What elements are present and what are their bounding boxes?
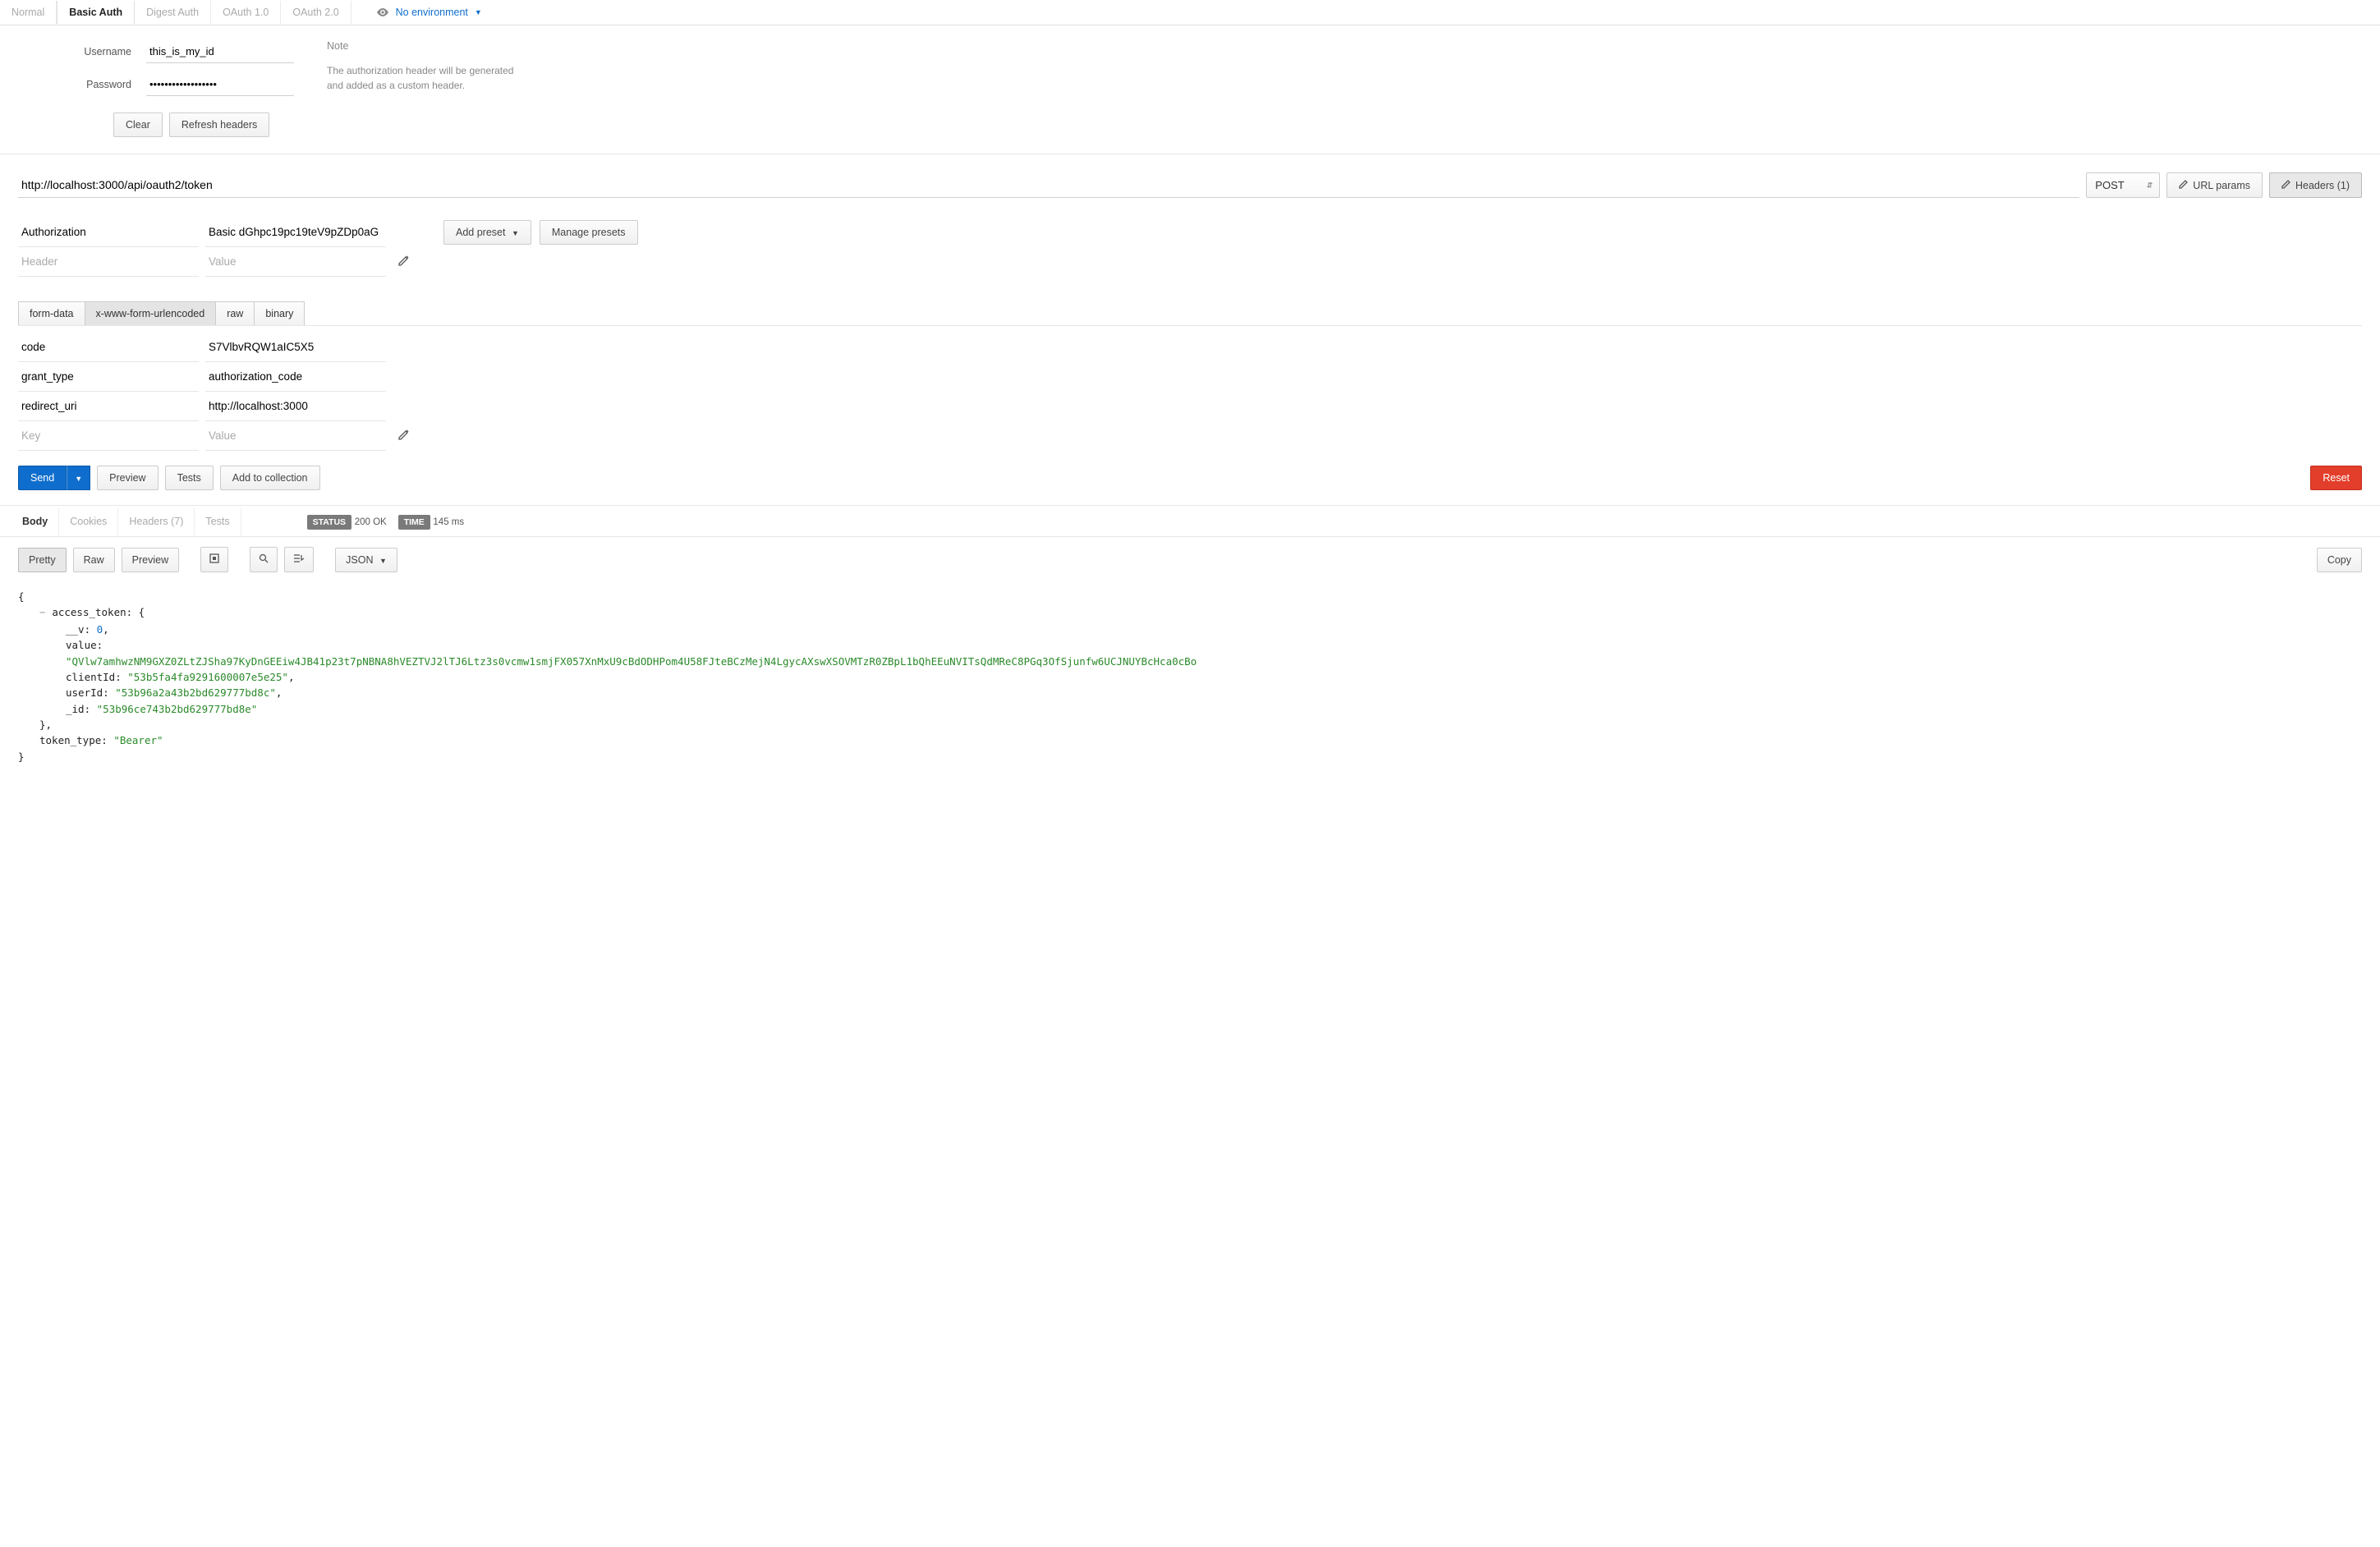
search-icon[interactable] xyxy=(250,547,278,572)
manage-presets-button[interactable]: Manage presets xyxy=(540,220,638,245)
method-value: POST xyxy=(2095,179,2124,191)
collapse-icon[interactable] xyxy=(200,547,228,572)
response-tab-body[interactable]: Body xyxy=(11,507,59,535)
method-select[interactable]: POST ⇵ xyxy=(2086,172,2160,198)
body-key-input[interactable] xyxy=(18,392,199,421)
edit-icon xyxy=(2281,179,2291,191)
response-tab-headers[interactable]: Headers (7) xyxy=(118,507,195,535)
tab-normal[interactable]: Normal xyxy=(0,1,57,24)
header-row-empty xyxy=(18,247,2362,277)
bulk-edit-icon[interactable] xyxy=(397,428,411,444)
url-input[interactable] xyxy=(18,172,2079,198)
body-row xyxy=(18,362,2362,392)
username-input[interactable] xyxy=(146,40,294,63)
header-row: Add preset ▼ Manage presets xyxy=(18,218,2362,247)
tab-oauth1[interactable]: OAuth 1.0 xyxy=(211,1,281,24)
environment-label: No environment xyxy=(396,7,468,18)
bulk-edit-icon[interactable] xyxy=(397,254,411,270)
body-tab-binary[interactable]: binary xyxy=(254,301,305,325)
headers-table: Add preset ▼ Manage presets xyxy=(18,218,2362,277)
note-heading: Note xyxy=(327,40,524,52)
caret-down-icon: ▼ xyxy=(475,8,482,16)
body-key-input[interactable] xyxy=(18,421,199,451)
body-key-input[interactable] xyxy=(18,333,199,362)
action-row: Send ▼ Preview Tests Add to collection R… xyxy=(18,466,2362,490)
send-dropdown-button[interactable]: ▼ xyxy=(67,466,90,490)
note-text: The authorization header will be generat… xyxy=(327,63,524,93)
tests-button[interactable]: Tests xyxy=(165,466,214,490)
header-value-input[interactable] xyxy=(205,218,386,247)
body-row xyxy=(18,333,2362,362)
body-row-empty xyxy=(18,421,2362,451)
response-panel: Body Cookies Headers (7) Tests STATUS 20… xyxy=(0,505,2380,781)
username-label: Username xyxy=(33,46,131,57)
body-value-input[interactable] xyxy=(205,421,386,451)
view-pretty-button[interactable]: Pretty xyxy=(18,548,67,572)
tab-basic-auth[interactable]: Basic Auth xyxy=(57,1,135,25)
body-tab-urlencoded[interactable]: x-www-form-urlencoded xyxy=(85,301,217,325)
body-kv-table xyxy=(18,333,2362,451)
wrap-icon[interactable] xyxy=(284,547,314,572)
body-key-input[interactable] xyxy=(18,362,199,392)
password-label: Password xyxy=(33,79,131,90)
status-label: STATUS xyxy=(307,515,351,530)
headers-label: Headers (1) xyxy=(2295,180,2350,191)
format-label: JSON xyxy=(346,554,373,566)
response-meta: STATUS 200 OK TIME 145 ms xyxy=(307,515,465,527)
updown-icon: ⇵ xyxy=(2147,181,2153,190)
response-tabs: Body Cookies Headers (7) Tests STATUS 20… xyxy=(0,506,2380,537)
collapse-toggle-icon[interactable]: − xyxy=(39,607,45,618)
body-row xyxy=(18,392,2362,421)
view-preview-button[interactable]: Preview xyxy=(122,548,179,572)
body-value-input[interactable] xyxy=(205,333,386,362)
refresh-headers-button[interactable]: Refresh headers xyxy=(169,112,269,137)
headers-button[interactable]: Headers (1) xyxy=(2269,172,2362,198)
basic-auth-panel: Username Password Clear Refresh headers … xyxy=(0,25,2380,154)
edit-icon xyxy=(2179,179,2189,191)
status-value: 200 OK xyxy=(355,517,387,527)
tab-oauth2[interactable]: OAuth 2.0 xyxy=(281,1,351,24)
environment-selector[interactable]: No environment ▼ xyxy=(376,6,482,19)
caret-down-icon: ▼ xyxy=(379,557,387,565)
body-tab-formdata[interactable]: form-data xyxy=(18,301,85,325)
auth-type-tabs: Normal Basic Auth Digest Auth OAuth 1.0 … xyxy=(0,0,2380,25)
add-preset-label: Add preset xyxy=(456,227,505,238)
time-label: TIME xyxy=(398,515,430,530)
reset-button[interactable]: Reset xyxy=(2310,466,2362,490)
eye-icon xyxy=(376,6,389,19)
time-value: 145 ms xyxy=(433,517,464,527)
body-value-input[interactable] xyxy=(205,362,386,392)
send-button[interactable]: Send xyxy=(18,466,67,490)
body-tab-raw[interactable]: raw xyxy=(215,301,255,325)
tab-digest-auth[interactable]: Digest Auth xyxy=(135,1,211,24)
clear-button[interactable]: Clear xyxy=(113,112,163,137)
preview-button[interactable]: Preview xyxy=(97,466,158,490)
caret-down-icon: ▼ xyxy=(512,229,519,237)
response-toolbar: Pretty Raw Preview JSON ▼ Copy xyxy=(0,537,2380,582)
header-key-input[interactable] xyxy=(18,247,199,277)
format-select[interactable]: JSON ▼ xyxy=(335,548,397,572)
response-tab-tests[interactable]: Tests xyxy=(195,507,241,535)
add-to-collection-button[interactable]: Add to collection xyxy=(220,466,320,490)
add-preset-button[interactable]: Add preset ▼ xyxy=(443,220,531,245)
view-raw-button[interactable]: Raw xyxy=(73,548,115,572)
header-value-input[interactable] xyxy=(205,247,386,277)
body-value-input[interactable] xyxy=(205,392,386,421)
url-params-button[interactable]: URL params xyxy=(2166,172,2263,198)
response-tab-cookies[interactable]: Cookies xyxy=(59,507,118,535)
response-body[interactable]: { −access_token: { __v: 0, value: "QVlw7… xyxy=(0,582,2380,781)
copy-button[interactable]: Copy xyxy=(2317,548,2362,572)
caret-down-icon: ▼ xyxy=(75,475,82,483)
url-params-label: URL params xyxy=(2193,180,2250,191)
request-panel: POST ⇵ URL params Headers (1) Add preset… xyxy=(0,154,2380,490)
body-type-tabs: form-data x-www-form-urlencoded raw bina… xyxy=(18,301,2362,326)
header-key-input[interactable] xyxy=(18,218,199,247)
password-input[interactable] xyxy=(146,73,294,96)
